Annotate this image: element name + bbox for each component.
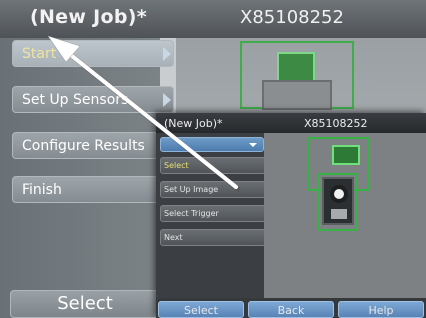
chevron-right-icon <box>163 93 171 107</box>
menu-item-set-up-image[interactable]: Set Up Image <box>160 181 280 198</box>
sidebar-item-set-up-sensors[interactable]: Set Up Sensors <box>12 86 174 113</box>
sidebar-item-start[interactable]: Start <box>12 40 174 67</box>
sensor-target-marker <box>332 145 360 165</box>
chevron-down-icon <box>249 143 257 147</box>
sidebar-item-finish[interactable]: Finish <box>12 176 174 203</box>
select-button[interactable]: Select <box>10 290 160 318</box>
zoomed-header: (New Job)* X85108252 <box>156 113 426 133</box>
menu-item-select[interactable]: Select <box>160 157 280 174</box>
part-ring-feature <box>330 185 348 203</box>
sidebar-item-configure-results[interactable]: Configure Results <box>12 132 174 159</box>
chevron-right-icon <box>163 47 171 61</box>
menu-item-label: Select Trigger <box>164 209 219 218</box>
sensor-target-marker <box>277 52 315 82</box>
back-button[interactable]: Back <box>248 301 334 318</box>
serial-number: X85108252 <box>240 7 344 28</box>
serial-number: X85108252 <box>304 117 368 130</box>
menu-item-label: Select <box>164 161 189 170</box>
zoomed-screen: (New Job)* X85108252 Select Set Up Image… <box>156 113 426 318</box>
sidebar-item-label: Configure Results <box>22 138 145 154</box>
menu-item-label: Next <box>164 233 183 242</box>
menu-item-next[interactable]: Next <box>160 229 280 246</box>
job-title: (New Job)* <box>164 117 223 130</box>
menu-item-select-trigger[interactable]: Select Trigger <box>160 205 280 222</box>
inspected-part-image <box>262 80 332 110</box>
select-button[interactable]: Select <box>158 301 244 318</box>
job-title: (New Job)* <box>30 6 147 28</box>
background-header: (New Job)* X85108252 <box>0 0 426 38</box>
sidebar-item-label: Set Up Sensors <box>22 92 129 108</box>
sidebar-item-label: Finish <box>22 182 62 198</box>
step-dropdown[interactable] <box>160 137 264 152</box>
sidebar-item-label: Start <box>22 46 57 62</box>
part-slot-feature <box>331 209 347 219</box>
menu-item-label: Set Up Image <box>164 185 219 194</box>
help-button[interactable]: Help <box>338 301 424 318</box>
